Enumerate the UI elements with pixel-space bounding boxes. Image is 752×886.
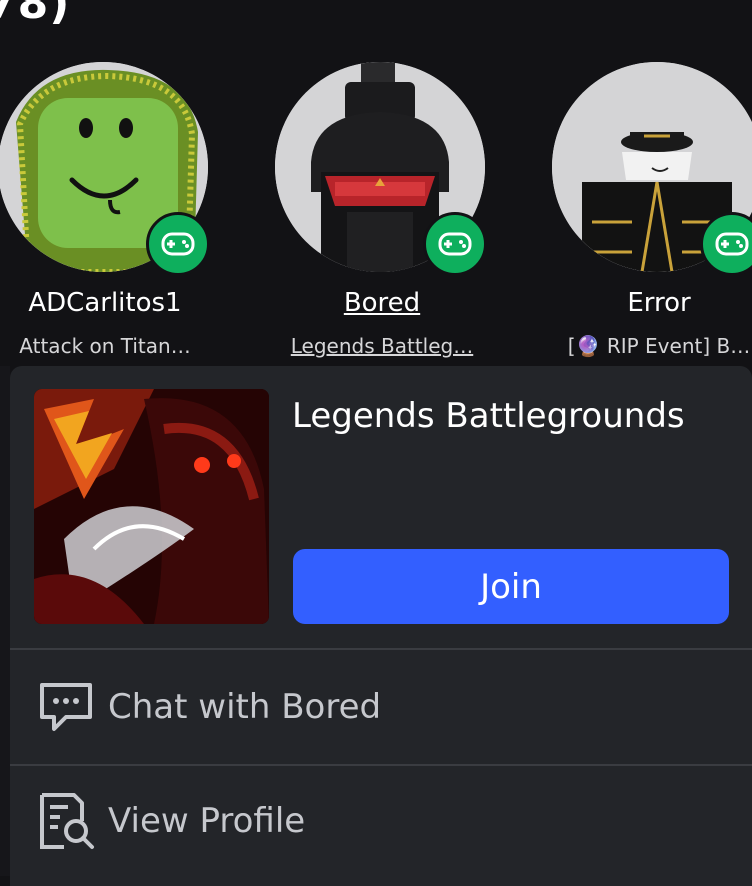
- friend-game[interactable]: Legends Battleg…: [255, 334, 509, 358]
- friend-card-bored[interactable]: Bored Legends Battleg…: [275, 62, 489, 362]
- background-edge: [0, 366, 10, 876]
- chat-icon: [40, 683, 92, 731]
- friend-card-adcarlitos1[interactable]: ADCarlitos1 Attack on Titan…: [0, 62, 212, 362]
- game-thumbnail[interactable]: [34, 389, 269, 624]
- chat-menu-item[interactable]: Chat with Bored: [10, 650, 752, 764]
- friend-name[interactable]: Bored: [255, 288, 509, 318]
- game-title[interactable]: Legends Battlegrounds: [292, 396, 685, 436]
- view-profile-label: View Profile: [108, 801, 306, 841]
- friend-name[interactable]: ADCarlitos1: [0, 288, 232, 318]
- chat-menu-label: Chat with Bored: [108, 687, 382, 727]
- view-profile-menu-item[interactable]: View Profile: [10, 764, 752, 878]
- friends-count-heading: 78): [0, 0, 71, 29]
- friend-game[interactable]: Attack on Titan…: [0, 334, 232, 358]
- friend-game[interactable]: [🔮 RIP Event] B…: [532, 334, 752, 358]
- in-game-status-icon: [700, 212, 752, 276]
- friend-action-popup: Legends Battlegrounds Join Chat with Bor…: [10, 366, 752, 886]
- in-game-status-icon: [146, 212, 210, 276]
- profile-search-icon: [40, 793, 94, 849]
- game-thumbnail-image: [34, 389, 269, 624]
- friend-name[interactable]: Error: [532, 288, 752, 318]
- join-button[interactable]: Join: [293, 549, 729, 624]
- friend-card-error[interactable]: Error [🔮 RIP Event] B…: [552, 62, 752, 362]
- in-game-status-icon: [423, 212, 487, 276]
